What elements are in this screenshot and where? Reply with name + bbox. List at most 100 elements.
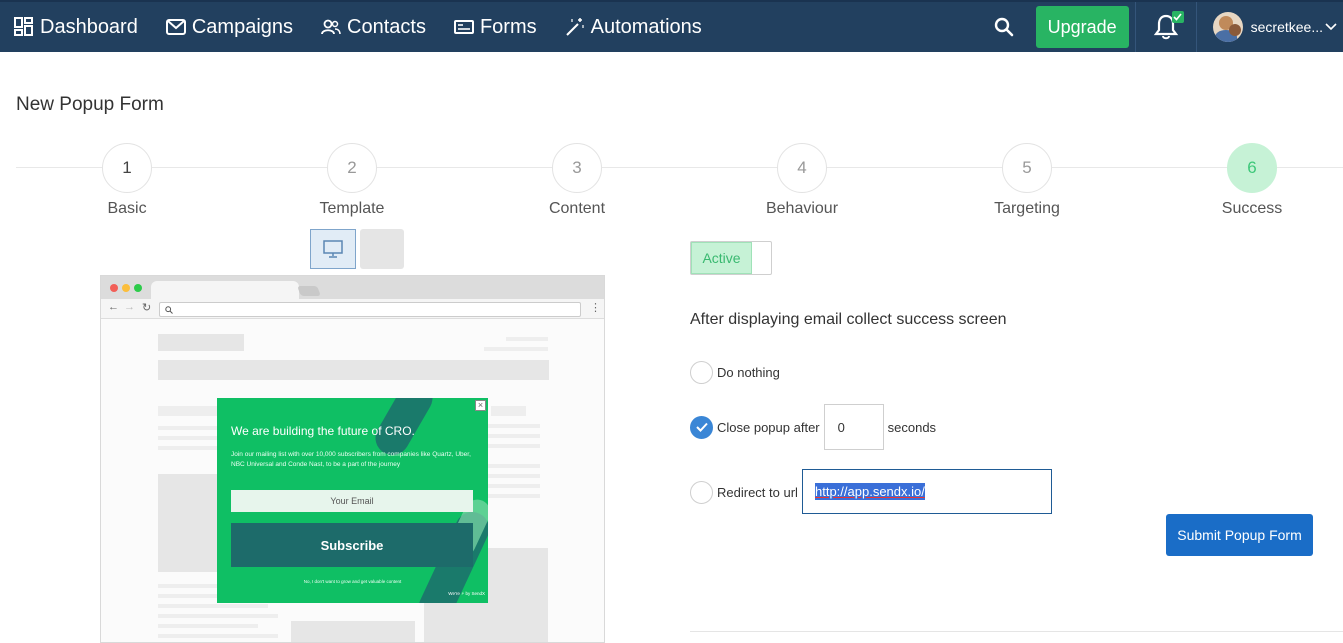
upgrade-button[interactable]: Upgrade	[1035, 6, 1129, 48]
placeholder-line	[488, 444, 540, 448]
step-label: Content	[548, 200, 606, 217]
placeholder-line	[158, 406, 218, 416]
placeholder-block	[158, 474, 218, 572]
nav-dashboard[interactable]: Dashboard	[0, 2, 152, 52]
dashboard-icon	[14, 17, 33, 36]
placeholder-line	[158, 604, 268, 608]
browser-tab	[151, 281, 299, 299]
browser-new-tab	[297, 286, 321, 296]
step-label: Success	[1221, 200, 1283, 217]
monitor-icon	[323, 240, 343, 258]
popup-no-thanks-link[interactable]: No, I don't want to grow and get valuabl…	[217, 579, 488, 584]
step-behaviour[interactable]: 4 Behaviour	[742, 143, 862, 218]
step-number: 1	[102, 143, 152, 193]
avatar	[1212, 12, 1243, 42]
notification-check-badge	[1171, 11, 1184, 23]
step-template[interactable]: 2 Template	[292, 143, 412, 218]
popup-subscribe-button[interactable]: Subscribe	[231, 523, 473, 567]
placeholder-line	[488, 434, 540, 438]
option-close-after[interactable]: Close popup after 0 seconds	[690, 404, 936, 450]
radio-do-nothing[interactable]	[690, 361, 713, 384]
step-label: Template	[319, 200, 385, 217]
back-arrow-icon: ←	[108, 301, 119, 313]
chevron-down-icon	[1325, 23, 1337, 31]
placeholder-line	[158, 614, 278, 618]
forward-arrow-icon: →	[124, 301, 135, 313]
option-do-nothing[interactable]: Do nothing	[690, 361, 780, 384]
reload-icon: ↻	[142, 302, 152, 314]
active-toggle-label: Active	[691, 242, 752, 274]
step-number: 2	[327, 143, 377, 193]
placeholder-line	[484, 347, 548, 351]
popup-preview: × We are building the future of CRO. Joi…	[217, 398, 488, 603]
step-label: Behaviour	[765, 200, 839, 217]
kebab-menu-icon: ⋮	[590, 302, 601, 314]
stepper-line	[16, 167, 1343, 168]
popup-title: We are building the future of CRO.	[231, 424, 415, 438]
step-content[interactable]: 3 Content	[517, 143, 637, 218]
envelope-icon	[165, 19, 186, 35]
top-navbar: Dashboard Campaigns Contacts Forms Autom…	[0, 0, 1343, 52]
placeholder-line	[488, 474, 540, 478]
step-targeting[interactable]: 5 Targeting	[967, 143, 1087, 218]
popup-email-field[interactable]: Your Email	[231, 490, 473, 512]
radio-close-after[interactable]	[690, 415, 713, 439]
check-icon	[695, 422, 708, 432]
nav-campaigns[interactable]: Campaigns	[152, 2, 307, 52]
placeholder-line	[158, 446, 218, 450]
placeholder-line	[158, 426, 218, 430]
user-menu[interactable]: secretkee...	[1197, 2, 1343, 52]
nav-automations[interactable]: Automations	[551, 2, 716, 52]
active-toggle[interactable]: Active	[690, 241, 772, 275]
search-button[interactable]	[982, 2, 1026, 52]
users-icon	[321, 19, 341, 35]
submit-popup-form-button[interactable]: Submit Popup Form	[1166, 514, 1313, 556]
browser-url-field	[159, 302, 581, 317]
page-title: New Popup Form	[16, 94, 164, 115]
placeholder-line	[488, 484, 540, 488]
redirect-url-input[interactable]: http://app.sendx.io/	[802, 469, 1052, 514]
form-icon	[453, 20, 474, 34]
nav-forms[interactable]: Forms	[440, 2, 551, 52]
close-seconds-input[interactable]: 0	[823, 404, 884, 450]
popup-close-icon[interactable]: ×	[475, 400, 486, 411]
placeholder-menu	[158, 360, 549, 380]
minimize-dot	[122, 284, 130, 292]
step-label: Targeting	[994, 200, 1060, 217]
radio-redirect[interactable]	[690, 481, 713, 504]
option-label: Close popup after	[717, 419, 820, 435]
browser-address-bar: ← → ↻ ⋮	[101, 299, 604, 319]
placeholder-line	[506, 337, 548, 341]
nav-contacts-label: Contacts	[347, 15, 426, 38]
step-success[interactable]: 6 Success	[1192, 143, 1312, 218]
placeholder-line	[488, 464, 540, 468]
step-number: 4	[777, 143, 827, 193]
placeholder-line	[158, 436, 218, 440]
placeholder-line	[488, 424, 540, 428]
step-basic[interactable]: 1 Basic	[67, 143, 187, 218]
option-label: Redirect to url	[717, 485, 798, 500]
notifications-button[interactable]	[1134, 2, 1197, 52]
divider	[690, 631, 1343, 632]
desktop-view-button[interactable]	[310, 229, 356, 269]
magic-wand-icon	[565, 18, 584, 36]
placeholder-line	[491, 406, 526, 416]
user-name: secretkee...	[1250, 19, 1323, 35]
placeholder-block	[291, 621, 415, 642]
browser-tab-bar	[101, 276, 604, 299]
nav-forms-label: Forms	[479, 15, 537, 38]
nav-contacts[interactable]: Contacts	[307, 2, 440, 52]
nav-dashboard-label: Dashboard	[40, 15, 138, 38]
nav-campaigns-label: Campaigns	[191, 15, 294, 38]
mobile-view-button[interactable]	[360, 229, 404, 269]
success-behaviour-heading: After displaying email collect success s…	[690, 311, 1007, 328]
popup-brand-text: We're ⚡ by SendX	[448, 591, 485, 596]
placeholder-line	[158, 634, 278, 638]
step-label: Basic	[107, 200, 147, 217]
maximize-dot	[134, 284, 142, 292]
seconds-label: seconds	[887, 419, 937, 435]
nav-automations-label: Automations	[590, 15, 702, 38]
option-label: Do nothing	[717, 365, 780, 380]
search-icon	[994, 17, 1013, 37]
option-redirect[interactable]: Redirect to url	[690, 481, 798, 504]
